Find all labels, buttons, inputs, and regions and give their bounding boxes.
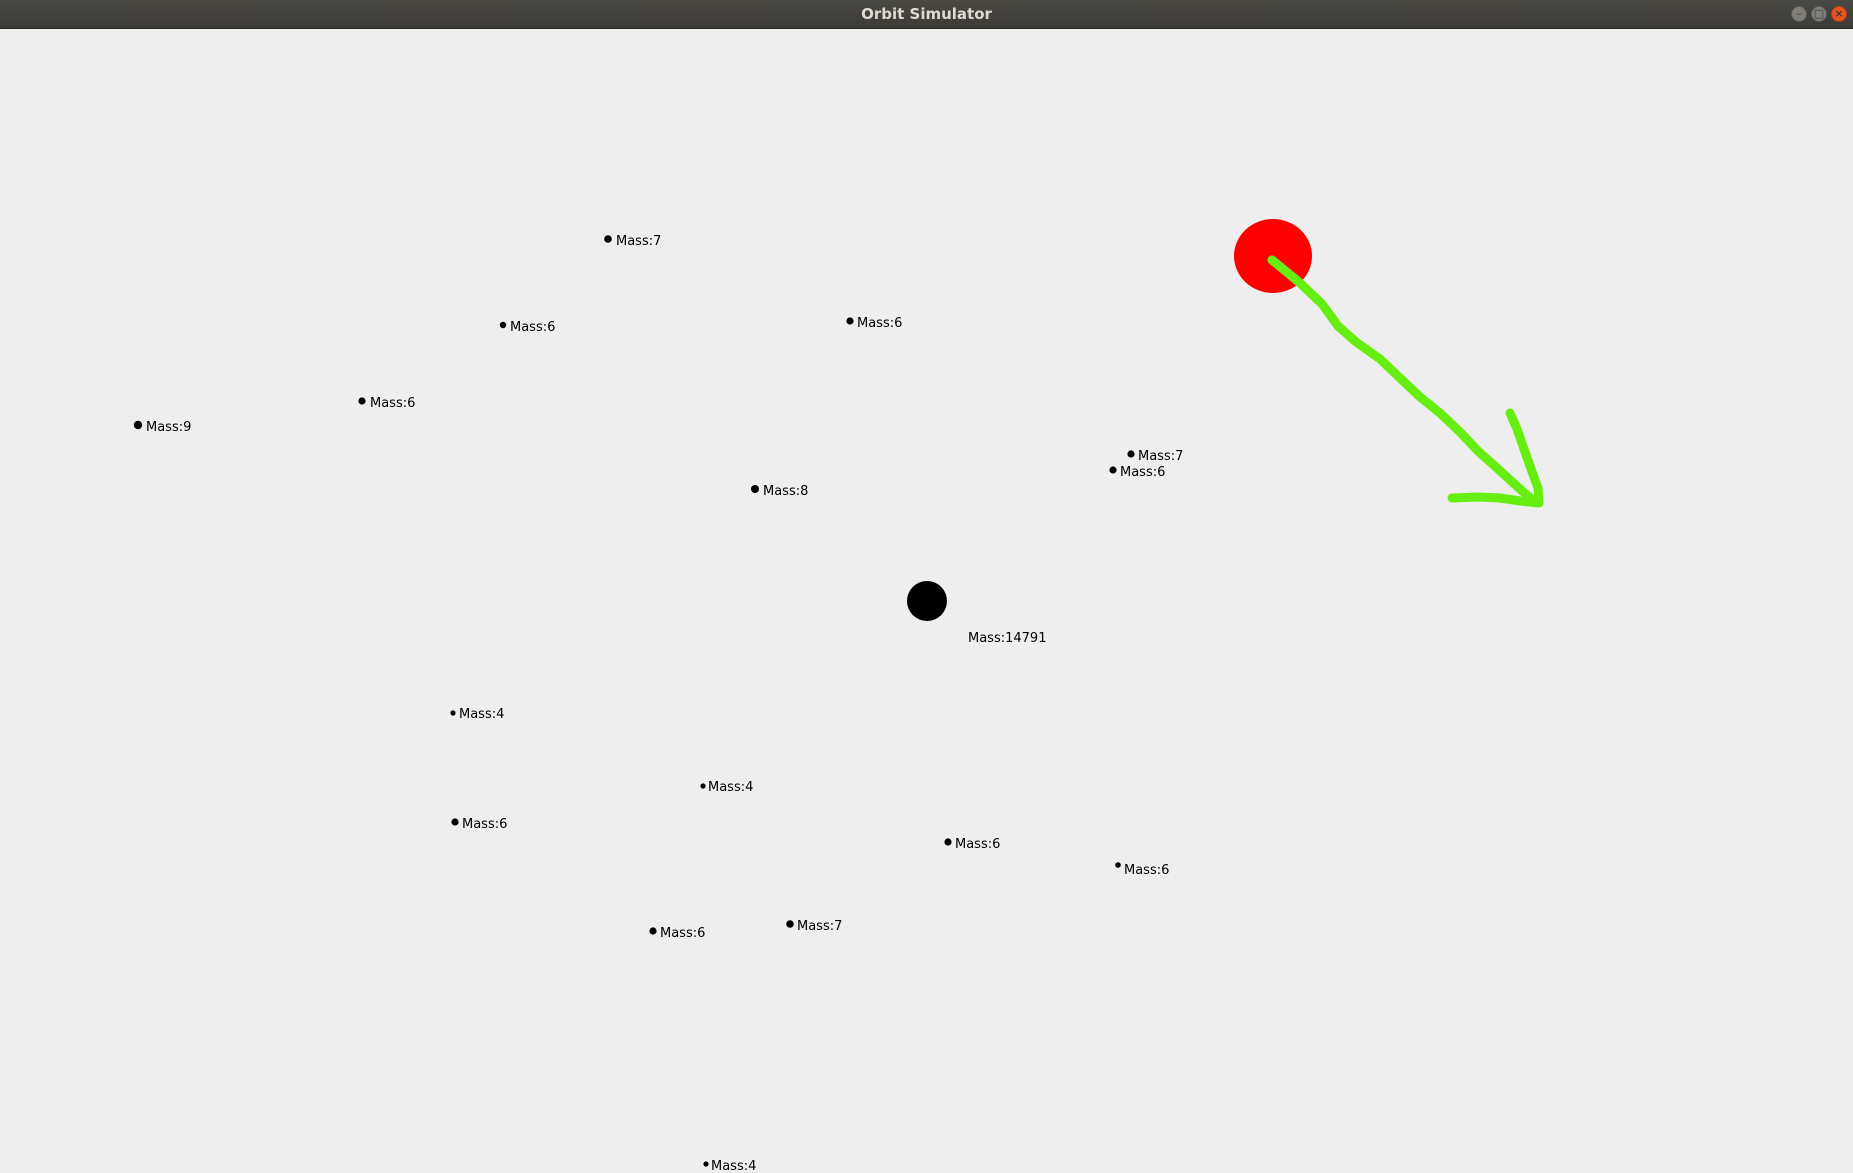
body[interactable]: Mass:6 (944, 837, 1000, 852)
body[interactable]: Mass:6 (1115, 862, 1169, 878)
body-dot[interactable] (944, 838, 952, 846)
body[interactable]: Mass:7 (1127, 449, 1183, 464)
body[interactable]: Mass:4 (703, 1159, 756, 1173)
mass-label: Mass:6 (660, 926, 705, 941)
body-dot[interactable] (133, 420, 143, 430)
body-dot[interactable] (846, 317, 854, 325)
mass-label: Mass:8 (763, 484, 808, 499)
body[interactable]: Mass:6 (649, 926, 705, 941)
mass-label: Mass:7 (616, 234, 661, 249)
mass-label: Mass:4 (711, 1159, 756, 1173)
body-dot[interactable] (700, 783, 706, 789)
mass-label: Mass:6 (955, 837, 1000, 852)
mass-label: Mass:6 (370, 396, 415, 411)
arrow-shaft (1267, 255, 1541, 508)
body[interactable]: Mass:7 (604, 234, 661, 249)
central-mass-label: Mass:14791 (968, 631, 1046, 646)
body-dot[interactable] (451, 818, 459, 826)
body[interactable]: Mass:9 (133, 420, 192, 435)
mass-label: Mass:6 (1120, 465, 1165, 480)
close-button[interactable]: × (1831, 6, 1847, 22)
central-body-dot[interactable] (907, 581, 947, 621)
mass-label: Mass:7 (1138, 449, 1183, 464)
mass-label: Mass:9 (146, 420, 191, 435)
body[interactable]: Mass:7 (786, 919, 842, 934)
body[interactable]: Mass:4 (450, 707, 504, 722)
body[interactable]: Mass:6 (846, 316, 902, 331)
velocity-arrow (1267, 255, 1544, 508)
body[interactable]: Mass:6 (358, 396, 415, 411)
window-title: Orbit Simulator (861, 5, 992, 23)
body-dot[interactable] (604, 235, 612, 243)
body[interactable]: Mass:4 (700, 780, 753, 795)
simulation-canvas[interactable]: Mass:7 Mass:6 Mass:6 Mass:6 Mass:9 Mass:… (0, 29, 1853, 1173)
title-bar[interactable]: Orbit Simulator – □ × (0, 0, 1853, 29)
body-dot[interactable] (1127, 450, 1135, 458)
body[interactable]: Mass:8 (751, 484, 808, 499)
mass-label: Mass:6 (510, 320, 555, 335)
body[interactable]: Mass:6 (499, 320, 556, 335)
body-dot[interactable] (786, 920, 794, 928)
mass-label: Mass:4 (459, 707, 504, 722)
body-dot[interactable] (1115, 862, 1121, 868)
body[interactable]: Mass:6 (451, 817, 507, 832)
body[interactable]: Mass:6 (1109, 465, 1165, 480)
body-dot[interactable] (703, 1161, 709, 1167)
mass-label: Mass:6 (1124, 863, 1169, 878)
body-dot[interactable] (1109, 466, 1117, 474)
body-dot[interactable] (358, 397, 366, 405)
orbit-simulator-window: Orbit Simulator – □ × Mass:7 Mass:6 Mass… (0, 0, 1853, 1173)
mass-label: Mass:6 (857, 316, 902, 331)
body-dot[interactable] (499, 321, 507, 329)
body-dot[interactable] (649, 927, 657, 935)
body-dot[interactable] (751, 485, 759, 493)
maximize-button[interactable]: □ (1811, 6, 1827, 22)
central-body[interactable]: Mass:14791 (907, 581, 1046, 646)
minimize-button[interactable]: – (1791, 6, 1807, 22)
body-dot[interactable] (450, 710, 456, 716)
mass-label: Mass:7 (797, 919, 842, 934)
mass-label: Mass:6 (462, 817, 507, 832)
simulation-svg[interactable]: Mass:7 Mass:6 Mass:6 Mass:6 Mass:9 Mass:… (0, 29, 1853, 1173)
mass-label: Mass:4 (708, 780, 753, 795)
